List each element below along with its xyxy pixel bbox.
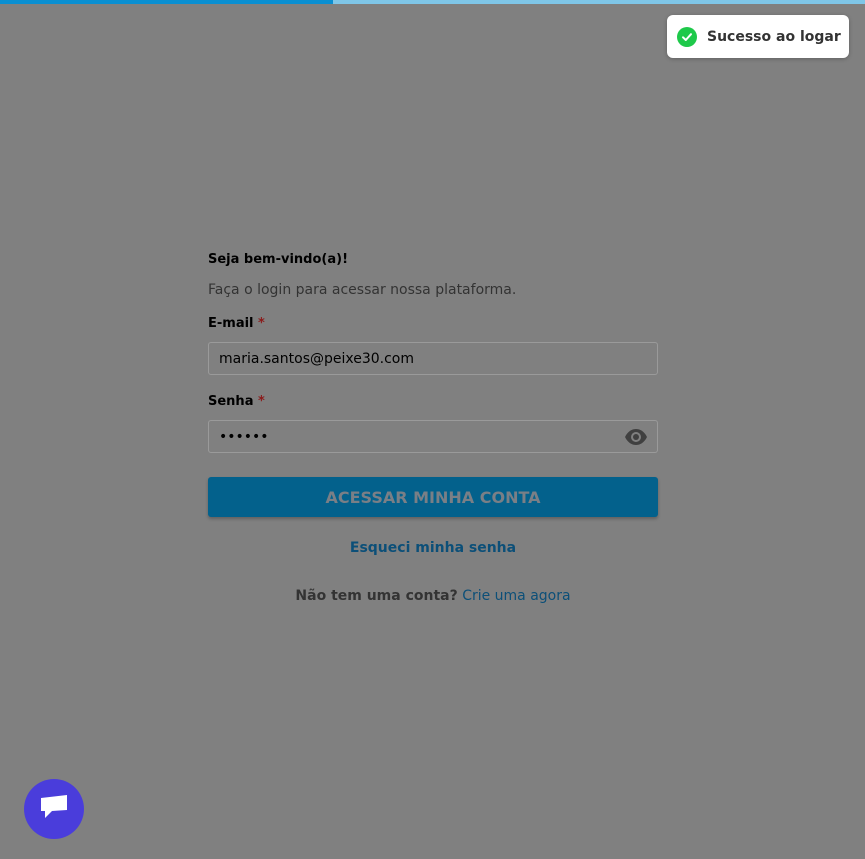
password-label-text: Senha bbox=[208, 394, 254, 409]
email-required-mark: * bbox=[258, 316, 265, 331]
password-label: Senha * bbox=[208, 394, 658, 410]
email-label: E-mail * bbox=[208, 316, 658, 332]
email-field[interactable]: maria.santos@peixe30.com bbox=[208, 342, 658, 375]
check-circle-icon bbox=[677, 26, 697, 47]
success-toast[interactable]: Sucesso ao logar bbox=[667, 15, 849, 58]
top-progress-fill bbox=[0, 0, 334, 4]
toast-message: Sucesso ao logar bbox=[707, 28, 841, 45]
login-form: Seja bem-vindo(a)! Faça o login para ace… bbox=[208, 252, 658, 605]
password-field[interactable]: •••••• bbox=[208, 420, 658, 453]
password-field-value: •••••• bbox=[219, 428, 269, 445]
top-progress-bar bbox=[0, 0, 865, 4]
login-submit-button[interactable]: ACESSAR MINHA CONTA bbox=[208, 477, 658, 517]
welcome-heading: Seja bem-vindo(a)! bbox=[208, 252, 349, 267]
password-required-mark: * bbox=[258, 394, 265, 409]
chat-bubble-icon bbox=[39, 794, 69, 824]
email-label-text: E-mail bbox=[208, 316, 254, 331]
chat-widget-button[interactable] bbox=[24, 779, 84, 839]
login-subtitle: Faça o login para acessar nossa platafor… bbox=[208, 282, 517, 298]
forgot-password-link[interactable]: Esqueci minha senha bbox=[208, 539, 658, 557]
signup-prompt: Não tem uma conta? Crie uma agora bbox=[208, 587, 658, 605]
eye-icon[interactable] bbox=[624, 428, 648, 446]
signup-link[interactable]: Crie uma agora bbox=[462, 588, 570, 604]
signup-question: Não tem uma conta? bbox=[295, 588, 458, 604]
email-field-value: maria.santos@peixe30.com bbox=[219, 350, 415, 367]
